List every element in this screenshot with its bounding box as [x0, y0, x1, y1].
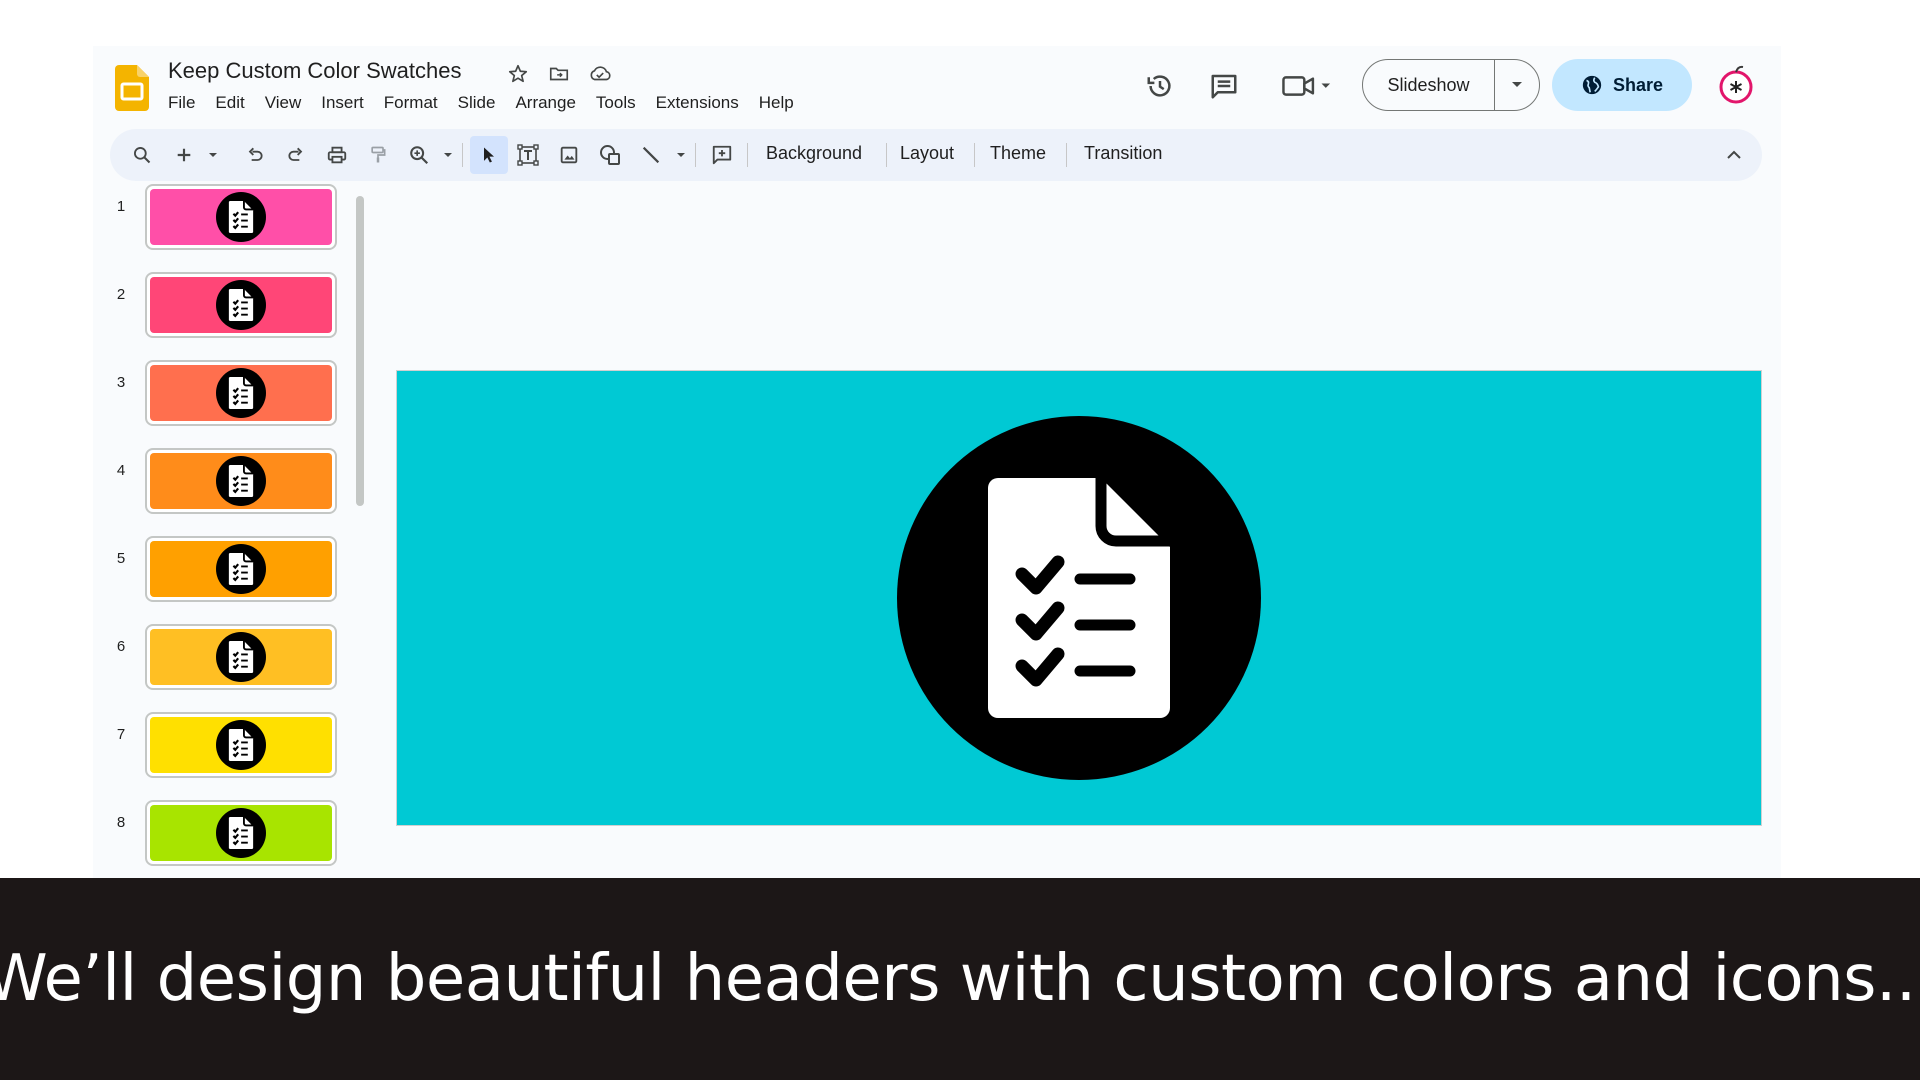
slide-thumbnail[interactable]: [145, 360, 337, 426]
slide-thumbnail-background: [150, 717, 332, 773]
slide-number: 5: [116, 550, 126, 567]
menu-slide[interactable]: Slide: [458, 93, 506, 113]
toolbar-divider: [974, 143, 975, 167]
avatar[interactable]: [1715, 64, 1757, 106]
version-history-icon[interactable]: [1140, 66, 1180, 106]
checklist-document-icon: [216, 280, 266, 330]
undo-icon[interactable]: [240, 140, 270, 170]
checklist-document-icon: [216, 720, 266, 770]
background-button[interactable]: Background: [766, 143, 862, 164]
slide-thumbnail[interactable]: [145, 800, 337, 866]
slide-thumbnail[interactable]: [145, 712, 337, 778]
star-icon[interactable]: [504, 60, 532, 88]
menu-help[interactable]: Help: [759, 93, 804, 113]
new-slide-icon[interactable]: [169, 140, 199, 170]
slide-thumbnail[interactable]: [145, 624, 337, 690]
line-tool-icon[interactable]: [636, 140, 666, 170]
shape-icon[interactable]: [595, 140, 625, 170]
caption-text: We’ll design beautiful headers with cust…: [0, 942, 1920, 1016]
menu-edit[interactable]: Edit: [215, 93, 254, 113]
slide-thumbnail-background: [150, 805, 332, 861]
toolbar-divider: [695, 143, 696, 167]
slides-logo-icon[interactable]: [115, 65, 149, 111]
slide-thumbnail[interactable]: [145, 184, 337, 250]
checklist-document-icon: [216, 544, 266, 594]
slide-canvas[interactable]: [396, 370, 1762, 826]
menu-file[interactable]: File: [168, 93, 205, 113]
transition-button[interactable]: Transition: [1084, 143, 1162, 164]
share-label: Share: [1612, 74, 1664, 95]
menu-extensions[interactable]: Extensions: [656, 93, 749, 113]
globe-icon: [1582, 75, 1602, 95]
toolbar-divider: [462, 143, 463, 167]
zoom-dropdown-icon[interactable]: [441, 140, 455, 170]
paint-format-icon[interactable]: [363, 140, 393, 170]
slide-thumbnail-background: [150, 453, 332, 509]
layout-button[interactable]: Layout: [900, 143, 954, 164]
new-slide-dropdown-icon[interactable]: [206, 140, 220, 170]
menu-view[interactable]: View: [265, 93, 312, 113]
slide-thumbnail-background: [150, 189, 332, 245]
slide-number: 3: [116, 374, 126, 391]
slide-thumbnail-background: [150, 541, 332, 597]
slide-number: 4: [116, 462, 126, 479]
toolbar-divider: [886, 143, 887, 167]
insert-image-icon[interactable]: [554, 140, 584, 170]
checklist-document-icon: [988, 478, 1170, 718]
menu-bar: File Edit View Insert Format Slide Arran…: [168, 93, 814, 113]
document-title[interactable]: Keep Custom Color Swatches: [168, 58, 461, 84]
slide-number: 2: [116, 286, 126, 303]
slide-number: 7: [116, 726, 126, 743]
slide-thumbnail[interactable]: [145, 448, 337, 514]
menu-insert[interactable]: Insert: [321, 93, 374, 113]
slide-thumbnail-background: [150, 365, 332, 421]
slide-thumbnail[interactable]: [145, 536, 337, 602]
cloud-saved-icon[interactable]: [586, 60, 614, 88]
collapse-toolbar-icon[interactable]: [1719, 140, 1749, 170]
slideshow-button-group: Slideshow: [1362, 59, 1540, 111]
line-dropdown-icon[interactable]: [674, 140, 688, 170]
theme-button[interactable]: Theme: [990, 143, 1046, 164]
zoom-icon[interactable]: [404, 140, 434, 170]
menu-tools[interactable]: Tools: [596, 93, 646, 113]
checklist-document-icon: [216, 192, 266, 242]
checklist-document-icon: [216, 808, 266, 858]
comments-icon[interactable]: [1204, 66, 1244, 106]
move-to-folder-icon[interactable]: [545, 60, 573, 88]
slideshow-button[interactable]: Slideshow: [1363, 60, 1495, 110]
slide-number: 8: [116, 814, 126, 831]
add-comment-icon[interactable]: [707, 140, 737, 170]
select-tool-icon[interactable]: [470, 136, 508, 174]
checklist-document-icon: [216, 456, 266, 506]
menu-format[interactable]: Format: [384, 93, 448, 113]
text-box-icon[interactable]: [513, 140, 543, 170]
checklist-document-icon: [216, 632, 266, 682]
toolbar: Background Layout Theme Transition: [110, 129, 1762, 181]
slides-app-window: Keep Custom Color Swatches File Edit Vie…: [93, 46, 1781, 878]
meet-icon[interactable]: [1278, 66, 1338, 106]
menu-arrange[interactable]: Arrange: [515, 93, 585, 113]
slide-number: 1: [116, 198, 126, 215]
slide-filmstrip: 1 2 3 4 5 6 7 8: [93, 184, 373, 878]
slide-thumbnail-background: [150, 629, 332, 685]
slideshow-dropdown-icon[interactable]: [1495, 60, 1539, 110]
slide-thumbnail-background: [150, 277, 332, 333]
redo-icon[interactable]: [281, 140, 311, 170]
search-menus-icon[interactable]: [127, 140, 157, 170]
icon-circle[interactable]: [897, 416, 1261, 780]
slide-thumbnail[interactable]: [145, 272, 337, 338]
toolbar-divider: [1066, 143, 1067, 167]
print-icon[interactable]: [322, 140, 352, 170]
share-button[interactable]: Share: [1552, 59, 1692, 111]
caption-band: We’ll design beautiful headers with cust…: [0, 878, 1920, 1080]
toolbar-divider: [747, 143, 748, 167]
checklist-document-icon: [216, 368, 266, 418]
slide-number: 6: [116, 638, 126, 655]
